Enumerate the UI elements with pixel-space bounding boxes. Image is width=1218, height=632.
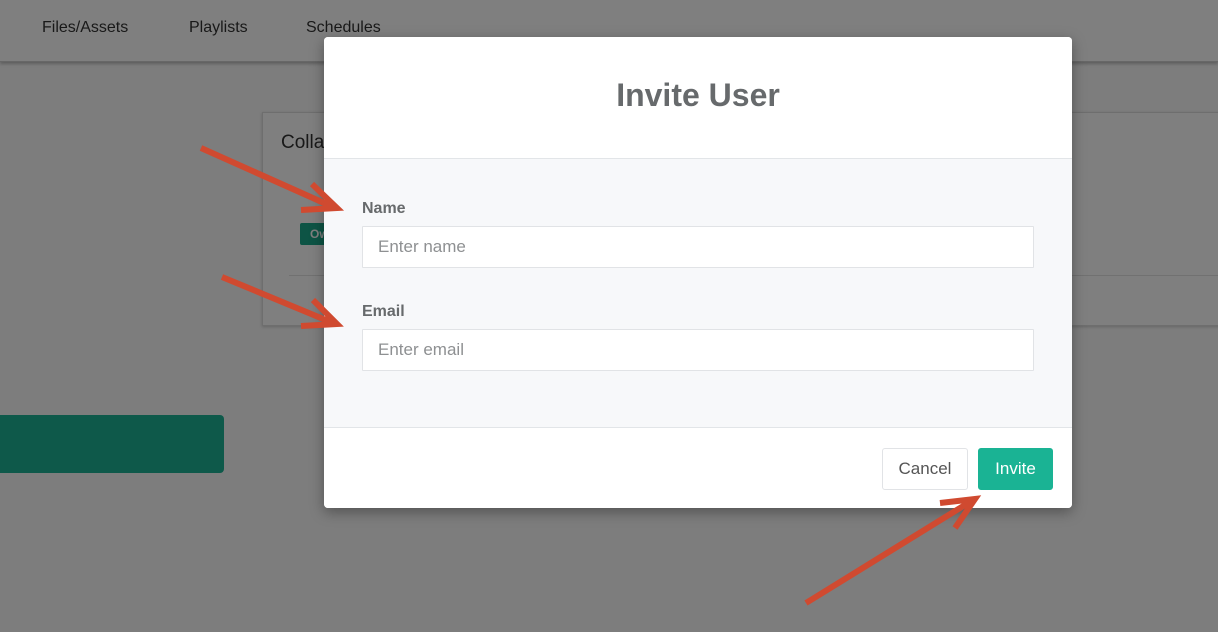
invite-button[interactable]: Invite [978, 448, 1053, 490]
email-label: Email [362, 303, 405, 320]
invite-user-modal: Invite User Name Email Cancel Invite [324, 37, 1072, 508]
email-input[interactable] [362, 329, 1034, 371]
name-label: Name [362, 200, 406, 217]
modal-footer: Cancel Invite [324, 427, 1072, 508]
modal-title: Invite User [616, 77, 780, 113]
modal-body: Name Email [324, 159, 1072, 427]
cancel-button[interactable]: Cancel [882, 448, 968, 490]
modal-header: Invite User [324, 37, 1072, 159]
name-input[interactable] [362, 226, 1034, 268]
